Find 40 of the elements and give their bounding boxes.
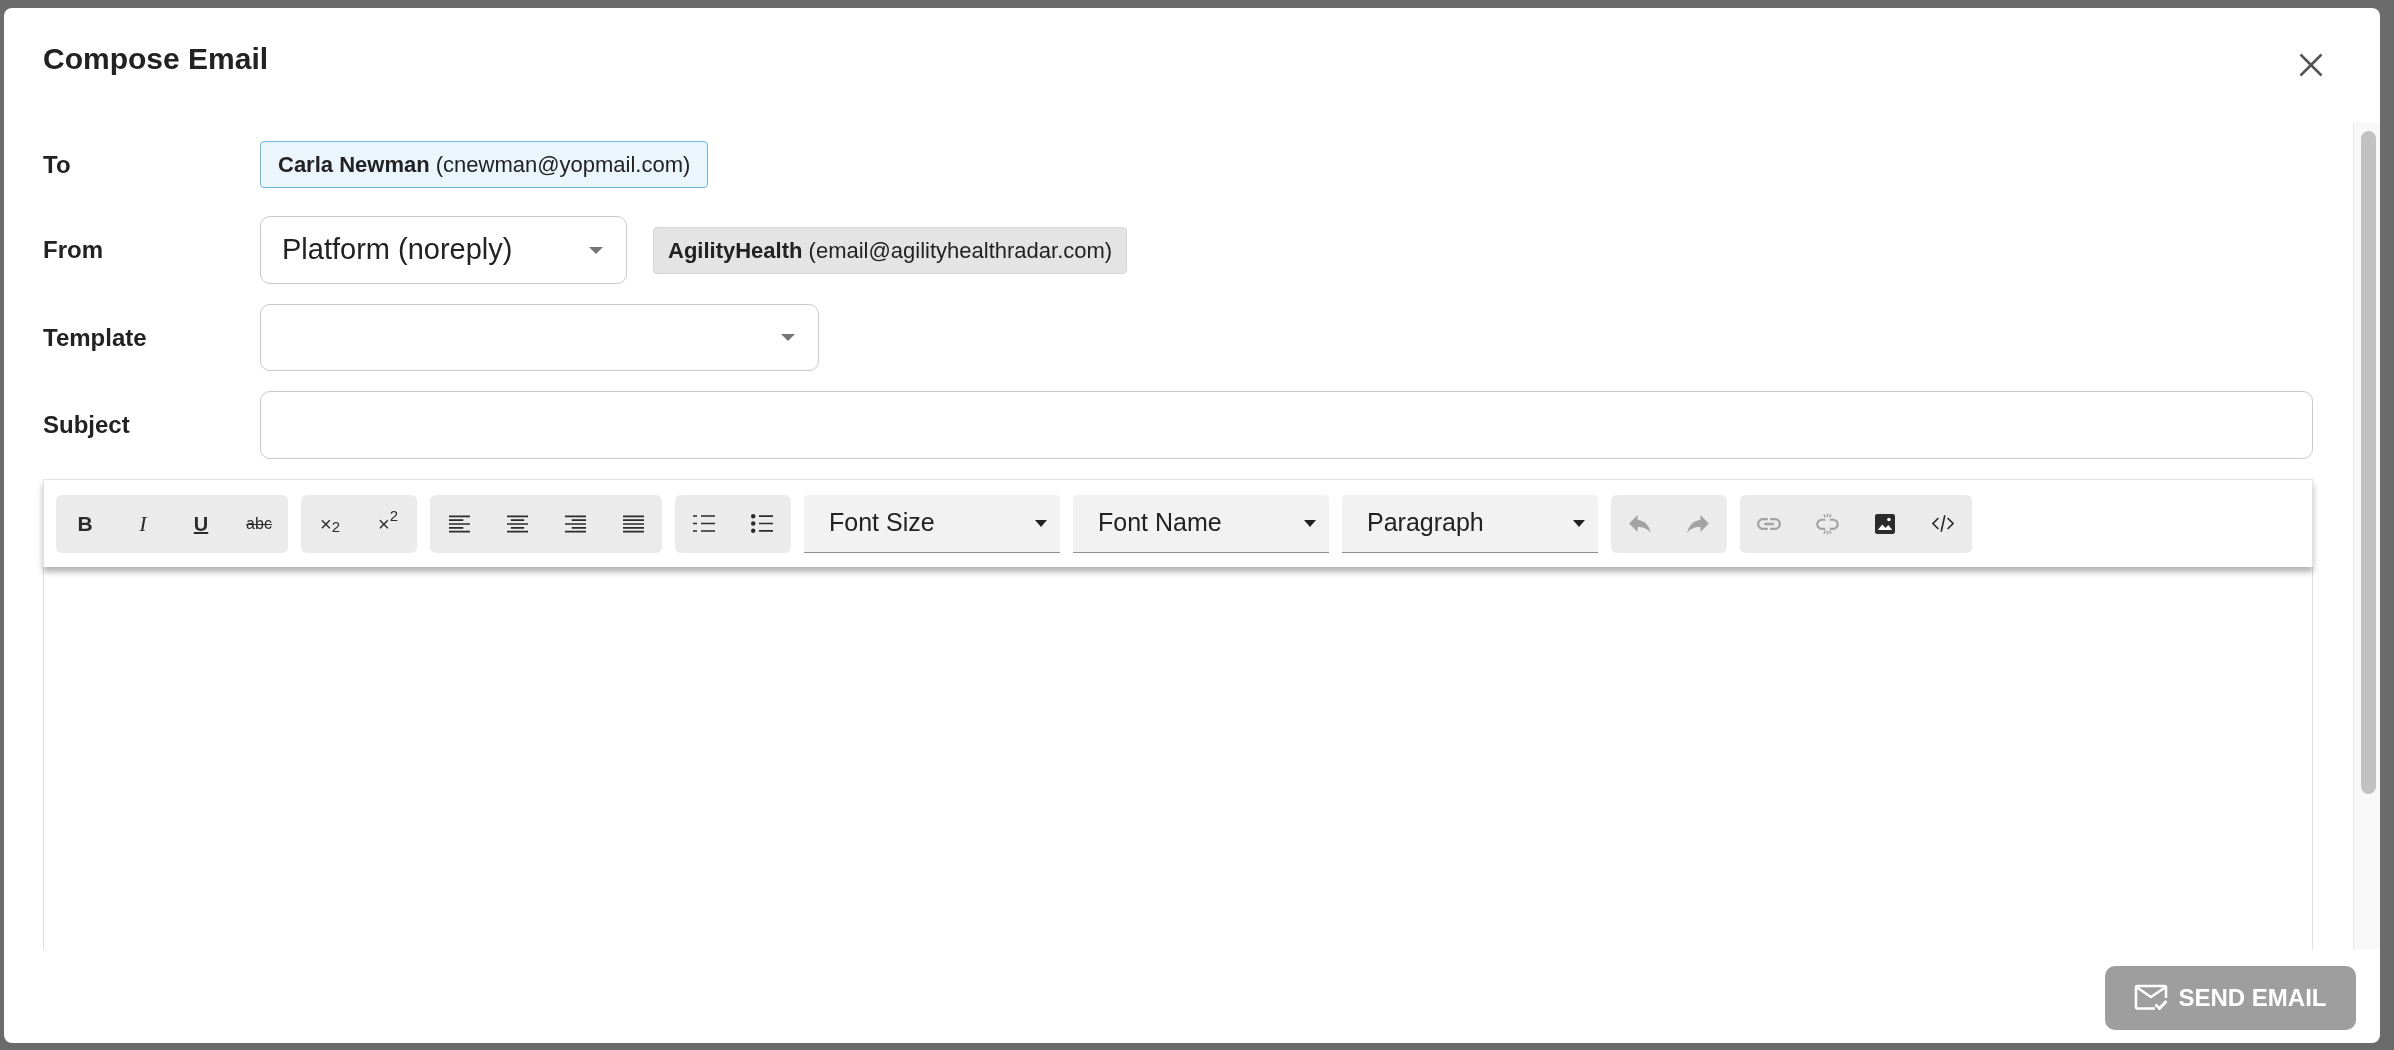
bold-button[interactable]: B — [56, 494, 114, 553]
scrollbar-thumb[interactable] — [2361, 131, 2376, 794]
justify-icon — [622, 514, 644, 533]
recipient-chip[interactable]: Carla Newman (cnewman@yopmail.com) — [260, 141, 709, 188]
close-button[interactable] — [2299, 53, 2323, 77]
bulleted-list-icon — [751, 514, 773, 533]
dropdown-field[interactable] — [260, 304, 819, 371]
envelope-check-icon — [2134, 984, 2169, 1012]
toolbar-dropdown[interactable]: Font Name — [1073, 494, 1329, 553]
sender-chip: AgilityHealth (email@agilityhealthradar.com) — [653, 226, 1128, 274]
sender-select[interactable]: Platform (noreply) — [260, 216, 627, 284]
field-label: Subject — [43, 410, 131, 440]
caret-icon — [781, 334, 795, 341]
caret-icon — [589, 246, 603, 254]
toolbar-dropdown[interactable]: Font Size — [804, 494, 1060, 553]
superscript-button[interactable]: ×$^{2}$ — [359, 494, 417, 553]
undo-icon — [1629, 514, 1651, 533]
close-icon — [2299, 53, 2323, 77]
redo-icon — [1687, 514, 1709, 533]
align-center-icon — [506, 514, 528, 533]
caret-icon — [1035, 519, 1047, 527]
dialog-title: Compose Email — [43, 41, 269, 77]
caret-icon — [1304, 519, 1316, 527]
field-label: From — [43, 235, 104, 265]
italic-button[interactable]: I — [114, 494, 172, 553]
numbered-list-icon — [693, 514, 715, 533]
toolbar-dropdown[interactable]: Paragraph — [1342, 494, 1598, 553]
image-icon — [1875, 513, 1895, 534]
subscript-button[interactable]: ×$_{2}$ — [301, 494, 359, 553]
strikethrough-button[interactable]: abc — [230, 494, 288, 553]
caret-icon — [1573, 519, 1585, 527]
link-icon — [1757, 517, 1781, 530]
align-left-icon — [448, 514, 470, 533]
align-right-icon — [564, 514, 586, 533]
field-label: To — [43, 149, 72, 180]
unlink-icon — [1815, 512, 1839, 535]
field-label: Template — [43, 322, 148, 353]
code-icon — [1932, 514, 1954, 533]
text-field[interactable] — [260, 391, 2313, 459]
underline-button[interactable]: U — [172, 494, 230, 553]
